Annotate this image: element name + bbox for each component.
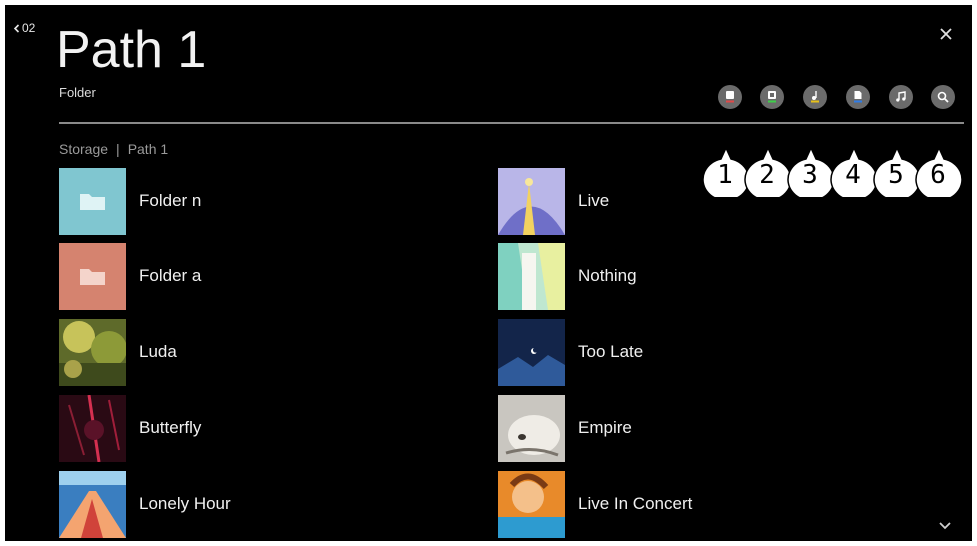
item-label: Empire — [578, 418, 632, 437]
image-thumbnail — [498, 470, 565, 538]
breadcrumb: Storage | Path 1 — [59, 141, 168, 157]
storage-button[interactable] — [718, 85, 742, 109]
list-item-folder-a[interactable]: Folder a — [59, 242, 201, 310]
item-label: Folder a — [139, 266, 202, 285]
photo-video-icon — [768, 91, 776, 103]
image-thumbnail — [498, 394, 565, 462]
image-thumbnail — [59, 394, 126, 462]
page-subtitle: Folder — [59, 85, 96, 100]
list-item-empire[interactable]: Empire — [498, 394, 632, 462]
list-item-butterfly[interactable]: Butterfly — [59, 394, 201, 462]
breadcrumb-root[interactable]: Storage — [59, 141, 108, 157]
item-label: Folder n — [139, 191, 202, 210]
close-button[interactable] — [935, 23, 957, 45]
search-button[interactable] — [931, 85, 955, 109]
chevron-left-icon — [13, 23, 20, 33]
music-button[interactable] — [889, 85, 913, 109]
callout-6: 6 — [914, 143, 964, 202]
item-label: Luda — [139, 342, 177, 361]
folder-thumbnail — [59, 242, 126, 310]
item-label: Live — [578, 191, 610, 210]
item-label: Live In Concert — [578, 494, 693, 513]
storage-icon — [726, 91, 734, 103]
file-button[interactable] — [846, 85, 870, 109]
chevron-down-icon — [939, 522, 951, 530]
image-thumbnail — [498, 318, 565, 386]
item-label: Butterfly — [139, 418, 202, 437]
image-thumbnail — [498, 242, 565, 310]
image-thumbnail — [498, 167, 565, 235]
music-note-icon — [896, 91, 906, 102]
list-item-nothing[interactable]: Nothing — [498, 242, 637, 310]
music-list-icon — [811, 91, 819, 103]
list-item-too-late[interactable]: Too Late — [498, 318, 643, 386]
photo-video-button[interactable] — [760, 85, 784, 109]
close-icon — [940, 28, 952, 40]
item-label: Lonely Hour — [139, 494, 231, 513]
list-item-live-in-concert[interactable]: Live In Concert — [498, 470, 692, 538]
search-icon — [937, 91, 949, 103]
image-thumbnail — [59, 318, 126, 386]
file-icon — [854, 91, 862, 103]
list-item-folder-n[interactable]: Folder n — [59, 167, 201, 235]
item-label: Too Late — [578, 342, 644, 361]
back-label: 02 — [22, 21, 36, 35]
list-item-lonely-hour[interactable]: Lonely Hour — [59, 470, 231, 538]
breadcrumb-separator: | — [116, 141, 120, 157]
folder-thumbnail — [59, 167, 126, 235]
list-item-live[interactable]: Live — [498, 167, 609, 235]
scroll-down-button[interactable] — [937, 519, 953, 531]
back-button[interactable]: 02 — [13, 21, 35, 35]
item-label: Nothing — [578, 266, 637, 285]
breadcrumb-current: Path 1 — [127, 141, 169, 157]
image-thumbnail — [59, 470, 126, 538]
header-divider — [59, 122, 964, 124]
media-browser-screen: 02 Path 1 Folder 1 2 3 4 5 6 Storage | P… — [5, 5, 972, 541]
music-list-button[interactable] — [803, 85, 827, 109]
list-item-luda[interactable]: Luda — [59, 318, 177, 386]
page-title: Path 1 — [56, 21, 207, 79]
